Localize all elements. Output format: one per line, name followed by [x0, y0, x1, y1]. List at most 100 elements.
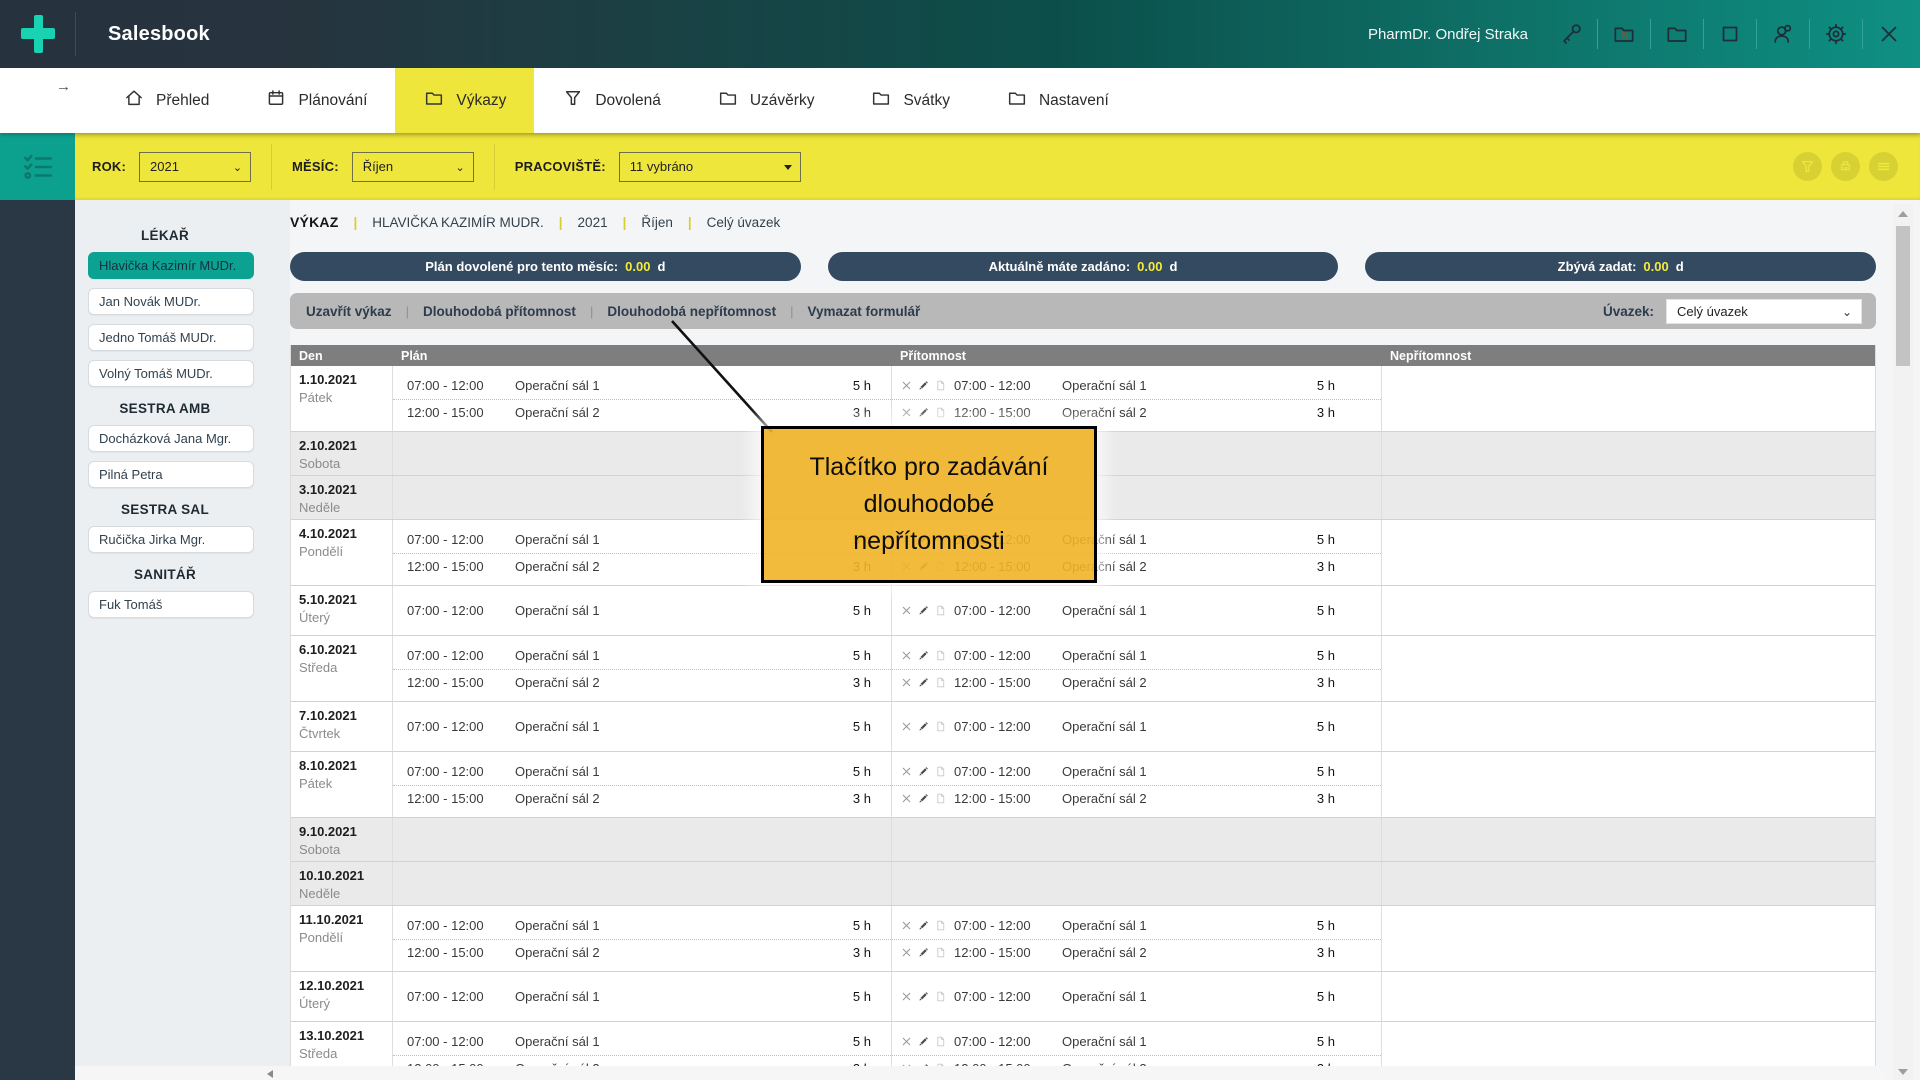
delete-icon[interactable]	[900, 379, 913, 392]
document-icon[interactable]	[934, 990, 947, 1003]
breadcrumb-separator: |	[353, 215, 357, 230]
delete-icon[interactable]	[900, 720, 913, 733]
delete-icon[interactable]	[900, 990, 913, 1003]
dlouhodoba-nepritomnost-button[interactable]: Dlouhodobá nepřítomnost	[605, 304, 778, 319]
delete-icon[interactable]	[900, 765, 913, 778]
day-date: 10.10.2021	[299, 867, 386, 885]
horizontal-scrollbar[interactable]	[75, 1066, 1886, 1080]
gear-icon[interactable]	[1819, 17, 1853, 51]
document-icon[interactable]	[934, 649, 947, 662]
window-icon[interactable]	[1713, 17, 1747, 51]
staff-item[interactable]: Hlavička Kazimír MUDr.	[88, 252, 254, 279]
staff-item[interactable]: Pilná Petra	[88, 461, 254, 488]
tab-uzaverky[interactable]: Uzávěrky	[689, 68, 843, 133]
summary-label: Plán dovolené pro tento měsíc:	[425, 259, 618, 274]
shift-place: Operační sál 2	[515, 945, 600, 960]
document-icon[interactable]	[934, 946, 947, 959]
edit-icon[interactable]	[917, 604, 930, 617]
tab-svatky[interactable]: Svátky	[842, 68, 978, 133]
shift-time: 07:00 - 12:00	[407, 989, 499, 1004]
staff-item[interactable]: Docházková Jana Mgr.	[88, 425, 254, 452]
tab-dovolena[interactable]: Dovolená	[534, 68, 689, 133]
document-icon[interactable]	[934, 792, 947, 805]
document-icon[interactable]	[934, 919, 947, 932]
print-button[interactable]	[1831, 152, 1860, 181]
delete-icon[interactable]	[900, 919, 913, 932]
day-date: 11.10.2021	[299, 911, 386, 929]
filter-select-pracoviste[interactable]: 11 vybráno	[619, 152, 801, 182]
document-icon[interactable]	[934, 676, 947, 689]
document-icon[interactable]	[934, 379, 947, 392]
toolbar-separator: |	[790, 304, 793, 319]
delete-icon[interactable]	[900, 1035, 913, 1048]
tab-prehled[interactable]: Přehled	[95, 68, 237, 133]
tab-label: Přehled	[156, 92, 209, 110]
sidebar-toggle[interactable]	[0, 133, 75, 200]
callout-line: dlouhodobé	[864, 486, 995, 523]
edit-icon[interactable]	[917, 946, 930, 959]
edit-icon[interactable]	[917, 792, 930, 805]
staff-item[interactable]: Jedno Tomáš MUDr.	[88, 324, 254, 351]
funnel-button[interactable]	[1793, 152, 1822, 181]
edit-icon[interactable]	[917, 765, 930, 778]
document-icon[interactable]	[934, 604, 947, 617]
document-icon[interactable]	[934, 406, 947, 419]
shift-hours: 3 h	[1317, 559, 1335, 574]
scroll-left-arrow-icon[interactable]	[267, 1070, 273, 1078]
edit-icon[interactable]	[917, 990, 930, 1003]
document-icon[interactable]	[934, 720, 947, 733]
edit-icon[interactable]	[917, 676, 930, 689]
document-icon[interactable]	[934, 765, 947, 778]
tab-nastaveni[interactable]: Nastavení	[978, 68, 1137, 133]
staff-item[interactable]: Fuk Tomáš	[88, 591, 254, 618]
shift-entry: 07:00 - 12:00Operační sál 15 h	[393, 597, 891, 624]
edit-icon[interactable]	[917, 649, 930, 662]
shift-actions	[900, 946, 952, 959]
collapse-arrow-icon[interactable]: →	[56, 78, 71, 95]
folder-n-icon[interactable]: N	[1607, 17, 1641, 51]
delete-icon[interactable]	[900, 604, 913, 617]
staff-item[interactable]: Volný Tomáš MUDr.	[88, 360, 254, 387]
staff-group-title: SANITÁŘ	[81, 567, 249, 582]
tab-vykazy[interactable]: Výkazy	[395, 68, 534, 133]
shift-entry: 07:00 - 12:00Operační sál 15 h	[892, 372, 1381, 399]
delete-icon[interactable]	[900, 406, 913, 419]
breadcrumb-item: 2021	[578, 215, 608, 230]
edit-icon[interactable]	[917, 379, 930, 392]
delete-icon[interactable]	[900, 946, 913, 959]
menu-button[interactable]	[1869, 152, 1898, 181]
uzavrit-vykaz-button[interactable]: Uzavřít výkaz	[304, 304, 394, 319]
vymazat-formular-button[interactable]: Vymazat formulář	[805, 304, 922, 319]
shift-actions	[900, 406, 952, 419]
scroll-down-arrow-icon[interactable]	[1898, 1069, 1908, 1075]
vertical-scroll-thumb[interactable]	[1896, 226, 1910, 366]
filter-select-mesic[interactable]: Říjen⌄	[352, 152, 474, 182]
vertical-scrollbar[interactable]	[1893, 204, 1913, 1080]
scroll-up-arrow-icon[interactable]	[1898, 211, 1908, 217]
user-icon[interactable]	[1766, 17, 1800, 51]
shift-time: 12:00 - 15:00	[407, 405, 499, 420]
calendar-icon	[265, 87, 287, 114]
delete-icon[interactable]	[900, 676, 913, 689]
staff-item[interactable]: Ručička Jirka Mgr.	[88, 526, 254, 553]
staff-item[interactable]: Jan Novák MUDr.	[88, 288, 254, 315]
folder-icon[interactable]	[1660, 17, 1694, 51]
delete-icon[interactable]	[900, 649, 913, 662]
annotation-callout: Tlačítko pro zadávání dlouhodobé nepříto…	[761, 426, 1097, 583]
edit-icon[interactable]	[917, 720, 930, 733]
delete-icon[interactable]	[900, 792, 913, 805]
filter-select-rok[interactable]: 2021⌄	[139, 152, 251, 182]
day-cell: 4.10.2021Pondělí	[291, 520, 393, 585]
document-icon[interactable]	[934, 1035, 947, 1048]
uvazek-select[interactable]: Celý úvazek ⌄	[1666, 299, 1862, 324]
edit-icon[interactable]	[917, 406, 930, 419]
tab-planovani[interactable]: Plánování	[237, 68, 395, 133]
staff-sidebar: LÉKAŘHlavička Kazimír MUDr.Jan Novák MUD…	[75, 200, 290, 1080]
shift-hours: 5 h	[853, 719, 871, 734]
shift-actions	[900, 919, 952, 932]
edit-icon[interactable]	[917, 1035, 930, 1048]
close-icon[interactable]	[1872, 17, 1906, 51]
dlouhodoba-pritomnost-button[interactable]: Dlouhodobá přítomnost	[421, 304, 578, 319]
edit-icon[interactable]	[917, 919, 930, 932]
key-icon[interactable]	[1554, 17, 1588, 51]
